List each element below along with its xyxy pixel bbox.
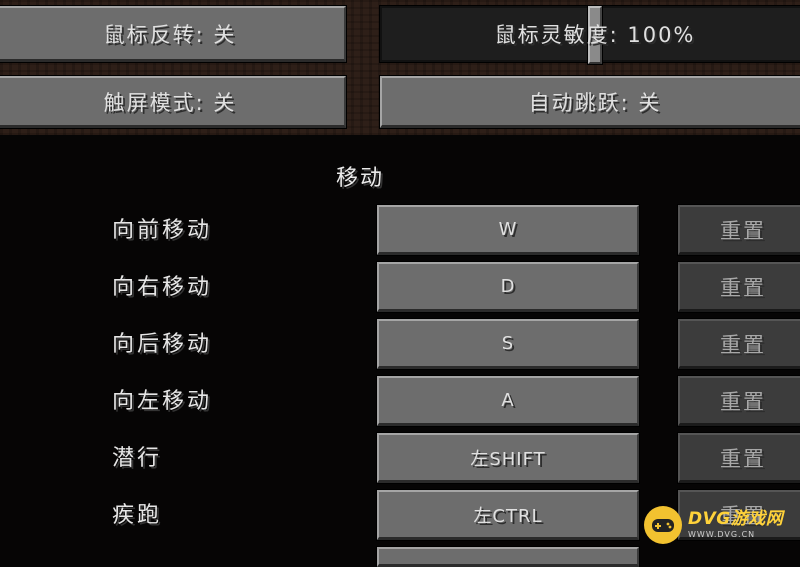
control-label-left: 向左移动 (112, 389, 213, 414)
gamepad-logo-icon (644, 506, 682, 544)
keybind-button-right[interactable]: D (376, 261, 640, 313)
auto-jump-button[interactable]: 自动跳跃: 关 (379, 75, 800, 129)
reset-button-forward[interactable]: 重置 (677, 204, 800, 256)
mouse-invert-button[interactable]: 鼠标反转: 关 (0, 5, 347, 63)
keybind-button-left[interactable]: A (376, 375, 640, 427)
keybind-button-sneak[interactable]: 左SHIFT (376, 432, 640, 484)
control-label-sneak: 潜行 (112, 446, 163, 471)
control-label-back: 向后移动 (112, 332, 213, 357)
mouse-sensitivity-label: 鼠标灵敏度: 100% (494, 23, 696, 47)
control-label-sprint: 疾跑 (112, 503, 163, 528)
mouse-sensitivity-slider[interactable]: 鼠标灵敏度: 100% (379, 5, 800, 65)
keybind-button-next[interactable] (376, 546, 640, 567)
watermark-name: DVG游戏网 (688, 509, 784, 529)
touchscreen-mode-button[interactable]: 触屏模式: 关 (0, 75, 347, 129)
control-label-right: 向右移动 (112, 275, 213, 300)
reset-button-right[interactable]: 重置 (677, 261, 800, 313)
keybind-button-back[interactable]: S (376, 318, 640, 370)
keybind-button-forward[interactable]: W (376, 204, 640, 256)
control-label-forward: 向前移动 (112, 218, 213, 243)
reset-button-left[interactable]: 重置 (677, 375, 800, 427)
reset-button-back[interactable]: 重置 (677, 318, 800, 370)
watermark-site: WWW.DVG.CN (688, 530, 756, 539)
keybind-button-sprint[interactable]: 左CTRL (376, 489, 640, 541)
section-title: 移动 (335, 166, 384, 191)
watermark: DVG游戏网 WWW.DVG.CN (644, 502, 796, 548)
reset-button-sneak[interactable]: 重置 (677, 432, 800, 484)
